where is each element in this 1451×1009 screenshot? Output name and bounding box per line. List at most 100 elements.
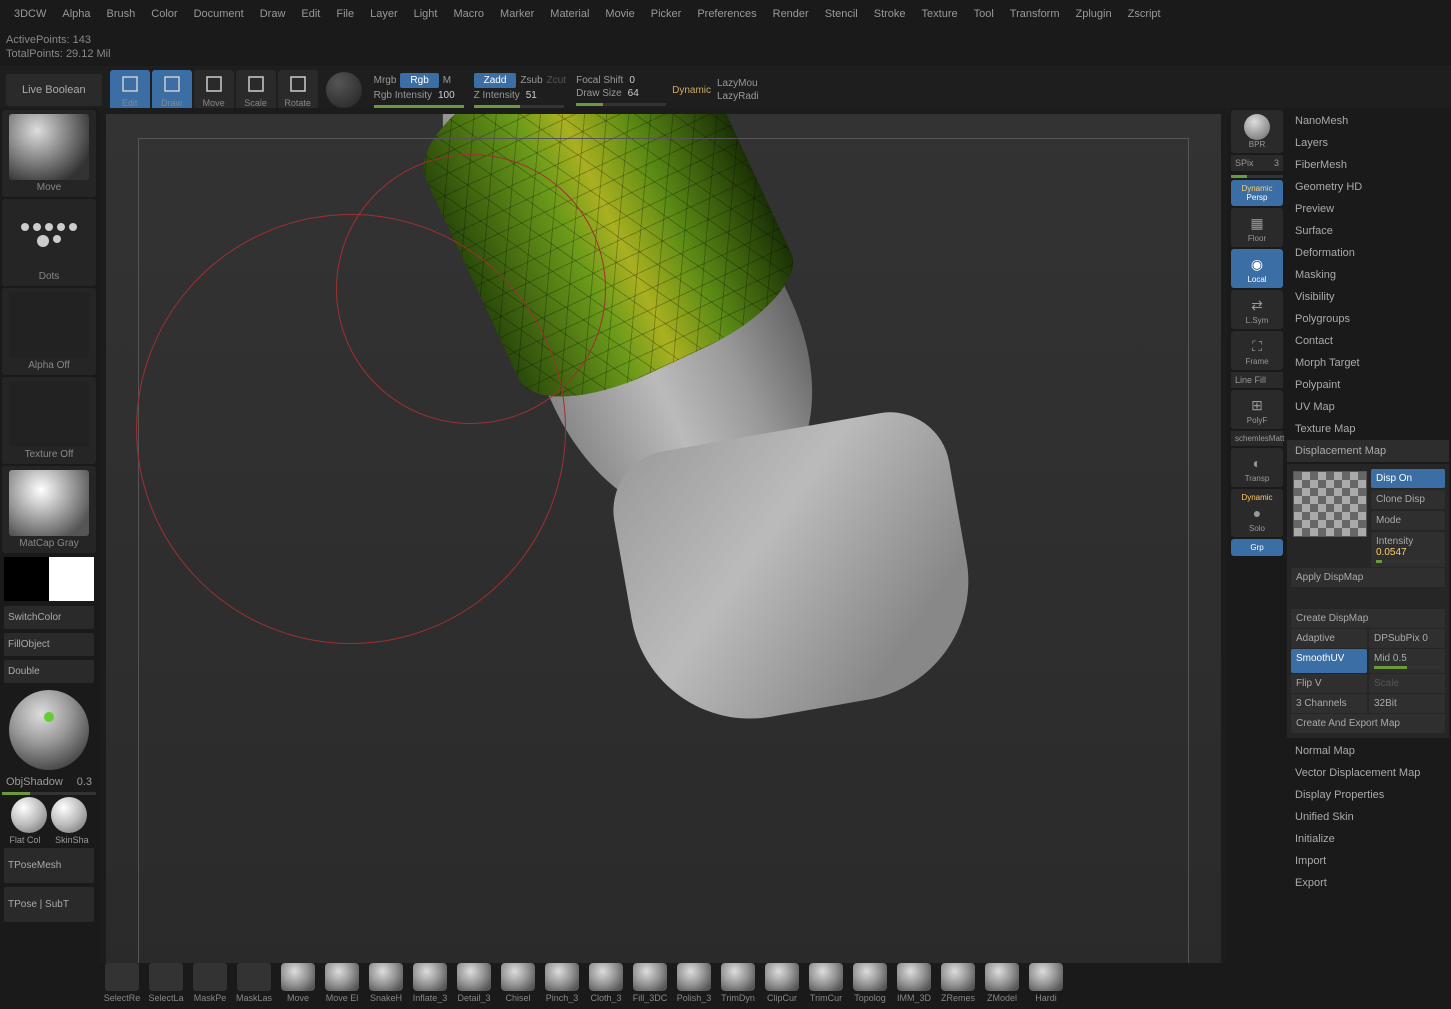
grp-button[interactable]: Grp (1231, 539, 1283, 556)
menu-file[interactable]: File (328, 4, 362, 24)
panel-uv-map[interactable]: UV Map (1287, 396, 1449, 418)
m-button[interactable]: M (443, 75, 451, 86)
shelf-polish_3[interactable]: Polish_3 (672, 963, 716, 1009)
shelf-selectla[interactable]: SelectLa (144, 963, 188, 1009)
lazymouse-label[interactable]: LazyMou (717, 78, 759, 89)
shelf-masklas[interactable]: MaskLas (232, 963, 276, 1009)
menu-edit[interactable]: Edit (293, 4, 328, 24)
panel-texture-map[interactable]: Texture Map (1287, 418, 1449, 440)
panel-morph-target[interactable]: Morph Target (1287, 352, 1449, 374)
menu-marker[interactable]: Marker (492, 4, 542, 24)
draw-size-slider[interactable] (576, 103, 666, 106)
panel-display-properties[interactable]: Display Properties (1287, 784, 1449, 806)
zadd-button[interactable]: Zadd (474, 73, 517, 88)
viewport[interactable] (100, 108, 1227, 1009)
panel-normal-map[interactable]: Normal Map (1287, 740, 1449, 762)
menu-draw[interactable]: Draw (252, 4, 294, 24)
adaptive-button[interactable]: Adaptive (1291, 629, 1367, 648)
lsym-button[interactable]: ⇄L.Sym (1231, 290, 1283, 329)
solo-button[interactable]: Dynamic●Solo (1231, 489, 1283, 537)
shelf-zremes[interactable]: ZRemes (936, 963, 980, 1009)
panel-initialize[interactable]: Initialize (1287, 828, 1449, 850)
shelf-snakeh[interactable]: SnakeH (364, 963, 408, 1009)
mid-button[interactable]: Mid 0.5 (1369, 649, 1445, 673)
shelf-zmodel[interactable]: ZModel (980, 963, 1024, 1009)
menu-texture[interactable]: Texture (914, 4, 966, 24)
menu-3dcw[interactable]: 3DCW (6, 4, 54, 24)
panel-polypaint[interactable]: Polypaint (1287, 374, 1449, 396)
canvas[interactable] (106, 114, 1221, 1003)
dynamic-toggle[interactable]: Dynamic (672, 85, 711, 96)
menu-document[interactable]: Document (186, 4, 252, 24)
panel-vector-displacement-map[interactable]: Vector Displacement Map (1287, 762, 1449, 784)
scale-mode-button[interactable]: Scale (236, 70, 276, 110)
zsub-button[interactable]: Zsub (520, 75, 542, 86)
menu-material[interactable]: Material (542, 4, 597, 24)
panel-surface[interactable]: Surface (1287, 220, 1449, 242)
brush-slot[interactable]: Move (2, 110, 96, 197)
rgb-intensity-value[interactable]: 100 (438, 90, 455, 101)
fillobject-button[interactable]: FillObject (4, 633, 94, 656)
panel-nanomesh[interactable]: NanoMesh (1287, 110, 1449, 132)
live-boolean-button[interactable]: Live Boolean (6, 74, 102, 106)
shelf-inflate_3[interactable]: Inflate_3 (408, 963, 452, 1009)
objshadow-slider[interactable] (2, 792, 96, 795)
menu-stencil[interactable]: Stencil (817, 4, 866, 24)
disp-intensity[interactable]: Intensity 0.0547 (1371, 532, 1445, 567)
displacement-map-header[interactable]: Displacement Map (1287, 440, 1449, 462)
draw-mode-button[interactable]: Draw (152, 70, 192, 110)
disp-on-button[interactable]: Disp On (1371, 469, 1445, 488)
polyf-button[interactable]: ⊞PolyF (1231, 390, 1283, 429)
texture-slot[interactable]: Texture Off (2, 377, 96, 464)
rgb-button[interactable]: Rgb (400, 73, 438, 88)
menu-color[interactable]: Color (143, 4, 185, 24)
3channels-button[interactable]: 3 Channels (1291, 694, 1367, 713)
menu-zscript[interactable]: Zscript (1120, 4, 1169, 24)
material-slot[interactable]: MatCap Gray (2, 466, 96, 553)
shelf-clipcur[interactable]: ClipCur (760, 963, 804, 1009)
shelf-hardi[interactable]: Hardi (1024, 963, 1068, 1009)
shelf-pinch_3[interactable]: Pinch_3 (540, 963, 584, 1009)
move-mode-button[interactable]: Move (194, 70, 234, 110)
menu-preferences[interactable]: Preferences (689, 4, 764, 24)
shelf-selectre[interactable]: SelectRe (100, 963, 144, 1009)
create-export-map-button[interactable]: Create And Export Map (1291, 714, 1445, 733)
dpsubpix-button[interactable]: DPSubPix 0 (1369, 629, 1445, 648)
panel-fibermesh[interactable]: FiberMesh (1287, 154, 1449, 176)
menu-picker[interactable]: Picker (643, 4, 690, 24)
panel-polygroups[interactable]: Polygroups (1287, 308, 1449, 330)
menu-render[interactable]: Render (765, 4, 817, 24)
shelf-trimcur[interactable]: TrimCur (804, 963, 848, 1009)
edit-mode-button[interactable]: Edit (110, 70, 150, 110)
menu-brush[interactable]: Brush (99, 4, 144, 24)
double-button[interactable]: Double (4, 660, 94, 683)
disp-map-thumb[interactable] (1293, 471, 1367, 537)
light-widget[interactable] (2, 686, 96, 774)
menu-macro[interactable]: Macro (445, 4, 492, 24)
panel-layers[interactable]: Layers (1287, 132, 1449, 154)
clone-disp-button[interactable]: Clone Disp (1371, 490, 1445, 509)
color-picker[interactable] (2, 555, 96, 603)
menu-layer[interactable]: Layer (362, 4, 406, 24)
linefill-button[interactable]: Line Fill (1231, 372, 1283, 388)
lazyradius-label[interactable]: LazyRadi (717, 91, 759, 102)
bpr-button[interactable]: BPR (1231, 110, 1283, 153)
menu-transform[interactable]: Transform (1002, 4, 1068, 24)
menu-stroke[interactable]: Stroke (866, 4, 914, 24)
shader-pair[interactable] (2, 797, 96, 833)
panel-preview[interactable]: Preview (1287, 198, 1449, 220)
shelf-move[interactable]: Move (276, 963, 320, 1009)
panel-visibility[interactable]: Visibility (1287, 286, 1449, 308)
stroke-slot[interactable]: Dots (2, 199, 96, 286)
tpose-subt-button[interactable]: TPose | SubT (4, 887, 94, 922)
menu-alpha[interactable]: Alpha (54, 4, 98, 24)
menu-movie[interactable]: Movie (597, 4, 642, 24)
objshadow-value[interactable]: 0.3 (77, 776, 92, 788)
panel-unified-skin[interactable]: Unified Skin (1287, 806, 1449, 828)
panel-contact[interactable]: Contact (1287, 330, 1449, 352)
panel-export[interactable]: Export (1287, 872, 1449, 894)
draw-size-value[interactable]: 64 (628, 88, 639, 99)
panel-import[interactable]: Import (1287, 850, 1449, 872)
switchcolor-button[interactable]: SwitchColor (4, 606, 94, 629)
shelf-maskpe[interactable]: MaskPe (188, 963, 232, 1009)
